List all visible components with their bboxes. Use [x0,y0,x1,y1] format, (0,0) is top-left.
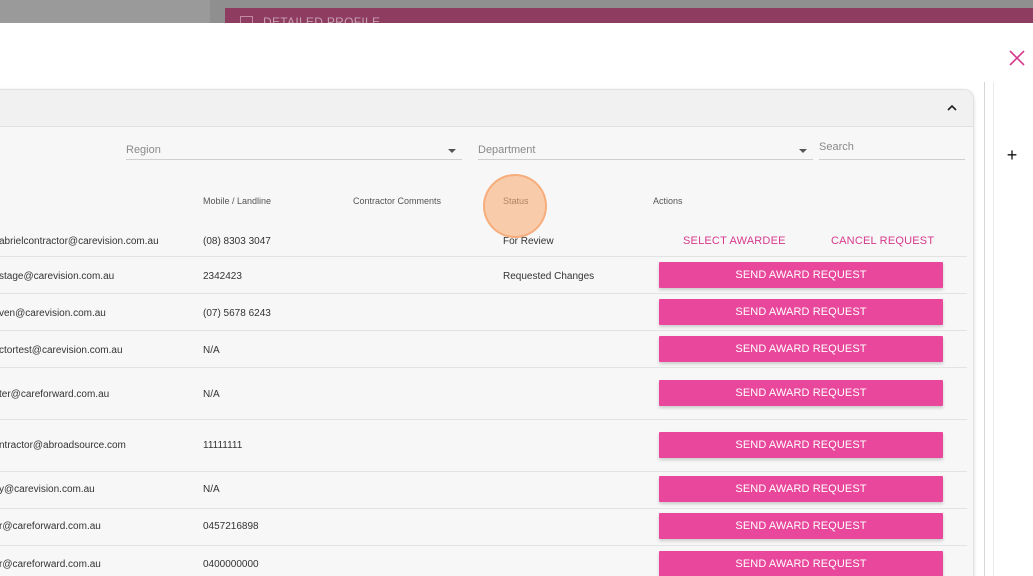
table-row: ntractor@abroadsource.com 11111111 SEND … [0,420,967,472]
send-award-request-button[interactable]: SEND AWARD REQUEST [659,432,943,458]
send-award-request-button[interactable]: SEND AWARD REQUEST [659,336,943,362]
mobile-cell: (07) 5678 6243 [203,308,271,319]
background-bar-label: DETAILED PROFILE [263,15,381,23]
table-row: r@careforward.com.au 0457216898 SEND AWA… [0,509,967,546]
column-header-status[interactable]: Status [503,196,529,206]
region-label: Region [126,144,161,156]
table-row: stage@carevision.com.au 2342423 Requeste… [0,257,967,294]
mobile-cell: N/A [203,345,220,356]
cancel-request-button[interactable]: CANCEL REQUEST [831,235,934,247]
mobile-cell: 0400000000 [203,559,259,570]
column-header-actions: Actions [653,196,683,206]
email-cell: r@careforward.com.au [0,559,101,570]
column-header-mobile: Mobile / Landline [203,196,272,206]
status-cell: For Review [503,236,554,247]
mobile-cell: N/A [203,389,220,400]
background-checkbox [240,16,253,23]
search-input[interactable] [819,134,965,159]
mobile-cell: 11111111 [203,440,243,451]
send-award-request-button[interactable]: SEND AWARD REQUEST [659,380,943,406]
table-row: r@careforward.com.au 0400000000 SEND AWA… [0,546,967,576]
email-cell: r@careforward.com.au [0,521,101,532]
background-sidebar [0,0,210,23]
select-awardee-button[interactable]: SELECT AWARDEE [683,235,786,247]
caret-down-icon [799,149,807,153]
send-award-request-button[interactable]: SEND AWARD REQUEST [659,551,943,576]
email-cell: ter@careforward.com.au [0,389,110,400]
send-award-request-button[interactable]: SEND AWARD REQUEST [659,262,943,288]
region-select[interactable]: Region [126,138,462,160]
caret-down-icon [448,149,456,153]
plus-icon[interactable]: + [1004,146,1020,164]
search-field[interactable] [819,134,965,160]
table-row: ctortest@carevision.com.au N/A SEND AWAR… [0,331,967,368]
contractors-panel: Region Department Mobile / Landline Cont… [0,89,974,576]
department-label: Department [478,144,536,156]
table-row: abrielcontractor@carevision.com.au (08) … [0,220,967,257]
status-cell: Requested Changes [503,271,595,282]
department-select[interactable]: Department [478,138,813,160]
mobile-cell: N/A [203,484,220,495]
table-row: ven@carevision.com.au (07) 5678 6243 SEN… [0,294,967,331]
modal: + Region Department Mobile / Landline Co… [0,23,1033,576]
table-row: ter@careforward.com.au N/A SEND AWARD RE… [0,368,967,420]
background-profile-bar: DETAILED PROFILE [225,8,1033,23]
mobile-cell: 2342423 [203,271,242,282]
column-header-comments: Contractor Comments [353,196,442,206]
email-cell: abrielcontractor@carevision.com.au [0,236,159,247]
divider [993,82,994,576]
send-award-request-button[interactable]: SEND AWARD REQUEST [659,513,943,539]
mobile-cell: 0457216898 [203,521,259,532]
table-row: y@carevision.com.au N/A SEND AWARD REQUE… [0,472,967,509]
email-cell: ntractor@abroadsource.com [0,440,126,451]
divider [984,82,985,576]
send-award-request-button[interactable]: SEND AWARD REQUEST [659,299,943,325]
email-cell: stage@carevision.com.au [0,271,115,282]
email-cell: y@carevision.com.au [0,484,95,495]
panel-header [0,90,973,127]
email-cell: ven@carevision.com.au [0,308,106,319]
email-cell: ctortest@carevision.com.au [0,345,123,356]
chevron-up-icon[interactable] [946,102,958,114]
close-icon[interactable] [1006,47,1028,69]
send-award-request-button[interactable]: SEND AWARD REQUEST [659,476,943,502]
mobile-cell: (08) 8303 3047 [203,236,271,247]
